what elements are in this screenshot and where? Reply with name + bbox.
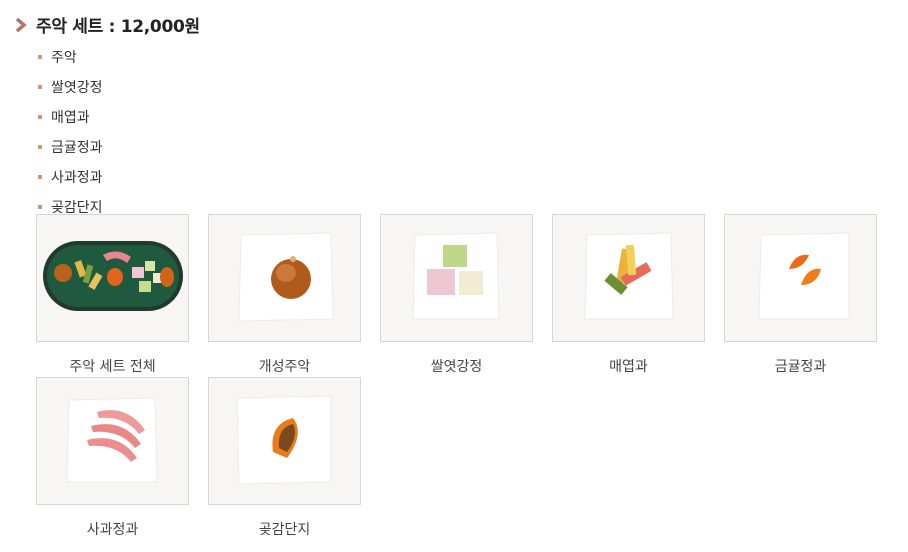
gallery-caption: 개성주악 [258,359,311,375]
gallery-card[interactable]: 사과정과 [36,377,189,539]
gallery-card[interactable]: 개성주악 [208,214,361,376]
apple-jeonggwa-image[interactable] [36,377,189,505]
list-item: 금귤정과 [38,132,103,162]
section-heading: 주악 세트 : 12,000원 [14,12,200,37]
list-item: 사과정과 [38,162,103,192]
gotgam-danji-image[interactable] [208,377,361,505]
bullet-icon [38,205,42,209]
gallery-caption: 쌀엿강정 [430,359,483,375]
maeyeopgwa-image[interactable] [552,214,705,342]
bullet-icon [38,175,42,179]
gallery-caption: 곶감단지 [258,522,311,538]
gallery-caption: 주악 세트 전체 [69,359,156,375]
list-item: 쌀엿강정 [38,72,103,102]
gallery-caption: 금귤정과 [774,359,827,375]
list-item: 매엽과 [38,102,103,132]
full-set-tray-image[interactable] [36,214,189,342]
set-item-list: 주악 쌀엿강정 매엽과 금귤정과 사과정과 곶감단지 [38,42,103,222]
bullet-icon [38,55,42,59]
bullet-icon [38,85,42,89]
gallery-card[interactable]: 금귤정과 [724,214,877,376]
list-item: 주악 [38,42,103,72]
bullet-icon [38,115,42,119]
chevron-right-icon [15,17,27,32]
bullet-icon [38,145,42,149]
rice-gangjeong-image[interactable] [380,214,533,342]
gallery-caption: 사과정과 [86,522,139,538]
kumquat-jeonggwa-image[interactable] [724,214,877,342]
gallery-card[interactable]: 곶감단지 [208,377,361,539]
gallery-card[interactable]: 쌀엿강정 [380,214,533,376]
set-title-price: 주악 세트 : 12,000원 [36,17,200,37]
gallery-caption: 매엽과 [609,359,648,375]
gallery-card[interactable]: 매엽과 [552,214,705,376]
gaeseong-juak-image[interactable] [208,214,361,342]
gallery-card[interactable]: 주악 세트 전체 [36,214,189,376]
